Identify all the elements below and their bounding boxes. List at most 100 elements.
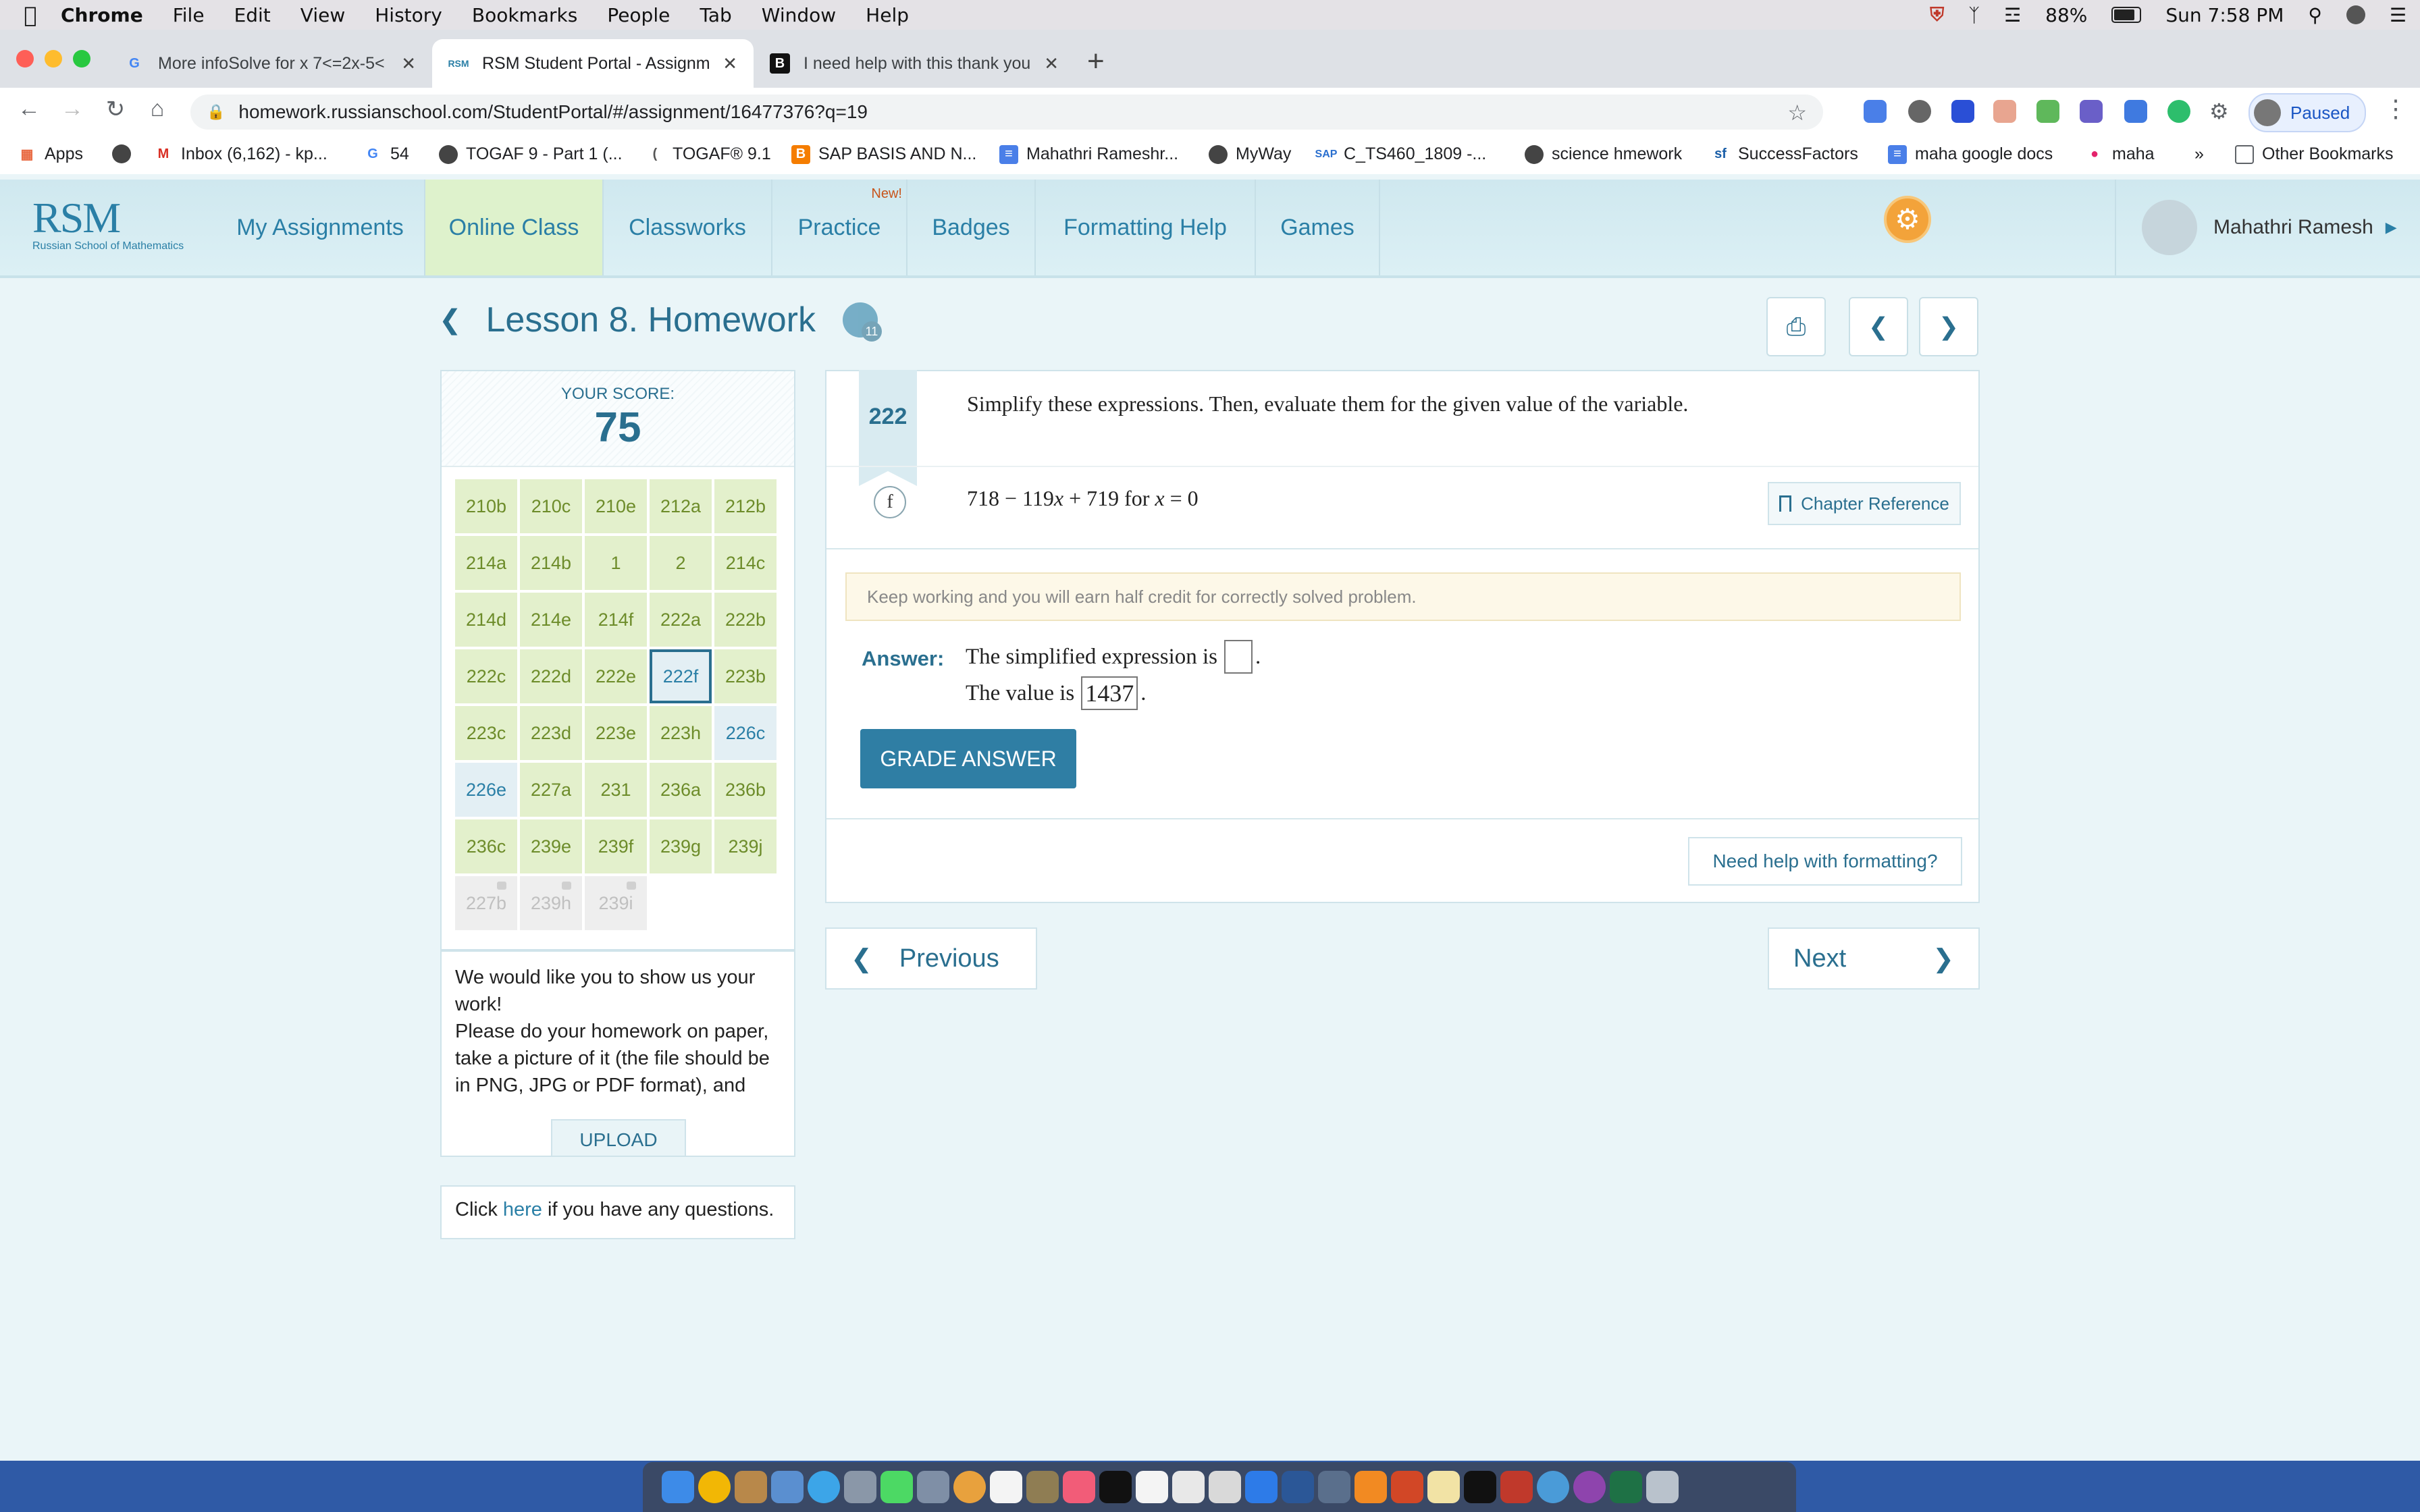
problem-cell-210b[interactable]: 210b xyxy=(455,479,517,533)
problem-cell-226e[interactable]: 226e xyxy=(455,763,517,817)
bookmark-apps[interactable]: ▦ Apps xyxy=(18,144,83,164)
close-tab-icon[interactable]: ✕ xyxy=(401,53,416,74)
problem-cell-212b[interactable]: 212b xyxy=(714,479,777,533)
chapter-reference-button[interactable]: Chapter Reference xyxy=(1768,482,1961,525)
apple-menu-icon[interactable]:  xyxy=(0,2,61,28)
problem-cell-223e[interactable]: 223e xyxy=(585,706,647,760)
questions-here-link[interactable]: here xyxy=(503,1199,542,1220)
menu-people[interactable]: People xyxy=(607,4,670,26)
podcasts-icon[interactable] xyxy=(1573,1471,1606,1503)
nav-classworks[interactable]: Classworks xyxy=(604,180,772,275)
trash-icon[interactable] xyxy=(1646,1471,1679,1503)
launchpad-icon[interactable] xyxy=(844,1471,876,1503)
problem-cell-210c[interactable]: 210c xyxy=(520,479,582,533)
bookmark-star-icon[interactable]: ☆ xyxy=(1787,100,1807,126)
more-menu-icon[interactable]: ⋮ xyxy=(2384,94,2408,123)
menu-window[interactable]: Window xyxy=(762,4,836,26)
problem-cell-239e[interactable]: 239e xyxy=(520,819,582,873)
music-icon[interactable] xyxy=(1063,1471,1095,1503)
bookmark-c-ts460[interactable]: SAP C_TS460_1809 -... xyxy=(1315,144,1487,164)
extension-icon[interactable] xyxy=(2080,100,2103,123)
problem-cell-214a[interactable]: 214a xyxy=(455,536,517,590)
extension-icon[interactable] xyxy=(2036,100,2059,123)
forward-icon[interactable]: → xyxy=(57,96,88,122)
chrome-icon[interactable] xyxy=(698,1471,731,1503)
puzzle-extensions-icon[interactable]: ⚙ xyxy=(2209,99,2229,124)
profile-button[interactable]: Paused xyxy=(2248,93,2366,132)
problem-cell-223c[interactable]: 223c xyxy=(455,706,517,760)
back-chevron-icon[interactable]: ❮ xyxy=(439,304,462,335)
app-icon[interactable] xyxy=(917,1471,949,1503)
bookmark-togaf-part1[interactable]: TOGAF 9 - Part 1 (... xyxy=(439,144,623,164)
app-icon[interactable] xyxy=(1172,1471,1205,1503)
problem-cell-2[interactable]: 2 xyxy=(650,536,712,590)
problem-cell-222c[interactable]: 222c xyxy=(455,649,517,703)
messages-icon[interactable] xyxy=(880,1471,913,1503)
rsm-logo[interactable]: RSM Russian School of Mathematics xyxy=(32,193,194,261)
problem-cell-1[interactable]: 1 xyxy=(585,536,647,590)
minimize-window-icon[interactable] xyxy=(45,50,62,68)
grammarly-icon[interactable] xyxy=(2167,100,2190,123)
problem-cell-231[interactable]: 231 xyxy=(585,763,647,817)
previous-button[interactable]: ❮ Previous xyxy=(825,927,1037,990)
app-icon[interactable] xyxy=(1209,1471,1241,1503)
bluetooth-icon[interactable]: ᛉ xyxy=(1968,4,1980,26)
bookmark-successfactors[interactable]: sf SuccessFactors xyxy=(1711,144,1858,164)
menu-bookmarks[interactable]: Bookmarks xyxy=(472,4,577,26)
calendar-icon[interactable] xyxy=(990,1471,1022,1503)
photos-icon[interactable] xyxy=(953,1471,986,1503)
menu-tab[interactable]: Tab xyxy=(700,4,731,26)
problem-cell-214d[interactable]: 214d xyxy=(455,593,517,647)
next-problem-button[interactable]: ❯ xyxy=(1919,297,1978,356)
problem-cell-212a[interactable]: 212a xyxy=(650,479,712,533)
notes-icon[interactable] xyxy=(1026,1471,1059,1503)
excel-icon[interactable] xyxy=(1610,1471,1642,1503)
shield-icon[interactable]: ⛨ xyxy=(1930,3,1944,26)
bookmark-myway[interactable]: MyWay xyxy=(1209,144,1291,164)
app-icon[interactable] xyxy=(1427,1471,1460,1503)
user-menu[interactable]: Mahathri Ramesh ▶ xyxy=(2115,180,2397,275)
app-icon[interactable] xyxy=(735,1471,767,1503)
terminal-icon[interactable] xyxy=(1464,1471,1496,1503)
wifi-icon[interactable]: ☲ xyxy=(2004,4,2021,26)
books-icon[interactable] xyxy=(1354,1471,1387,1503)
problem-cell-239j[interactable]: 239j xyxy=(714,819,777,873)
spotlight-search-icon[interactable]: ⚲ xyxy=(2308,4,2322,26)
print-button[interactable]: ⎙ xyxy=(1766,297,1826,356)
nav-practice[interactable]: Practice New! xyxy=(772,180,908,275)
problem-cell-239g[interactable]: 239g xyxy=(650,819,712,873)
control-center-icon[interactable]: ☰ xyxy=(2390,4,2406,26)
problem-cell-223h[interactable]: 223h xyxy=(650,706,712,760)
next-button[interactable]: Next ❯ xyxy=(1768,927,1980,990)
app-menu[interactable]: Chrome xyxy=(61,4,143,26)
problem-cell-227a[interactable]: 227a xyxy=(520,763,582,817)
problem-cell-236b[interactable]: 236b xyxy=(714,763,777,817)
problem-cell-214e[interactable]: 214e xyxy=(520,593,582,647)
problem-cell-222b[interactable]: 222b xyxy=(714,593,777,647)
nav-my-assignments[interactable]: My Assignments xyxy=(216,180,425,275)
previous-problem-button[interactable]: ❮ xyxy=(1849,297,1908,356)
news-icon[interactable] xyxy=(1136,1471,1168,1503)
app-icon[interactable] xyxy=(1318,1471,1350,1503)
new-tab-button[interactable]: + xyxy=(1087,45,1105,78)
grade-answer-button[interactable]: GRADE ANSWER xyxy=(860,729,1076,788)
zoom-window-icon[interactable] xyxy=(73,50,90,68)
bookmark-sap-basis[interactable]: B SAP BASIS AND N... xyxy=(791,144,976,164)
problem-cell-236a[interactable]: 236a xyxy=(650,763,712,817)
siri-icon[interactable] xyxy=(2346,5,2365,24)
translate-extension-icon[interactable] xyxy=(1864,100,1887,123)
tab-rsm-portal[interactable]: RSM RSM Student Portal - Assignm ✕ xyxy=(432,39,754,88)
extension-icon[interactable] xyxy=(1993,100,2016,123)
menu-help[interactable]: Help xyxy=(866,4,909,26)
reload-icon[interactable]: ↻ xyxy=(100,96,131,123)
bookmark-inbox[interactable]: M Inbox (6,162) - kp... xyxy=(154,144,327,164)
simplified-expression-input[interactable] xyxy=(1224,640,1253,674)
upload-button[interactable]: UPLOAD xyxy=(551,1119,686,1156)
bookmark-mahathri-doc[interactable]: ≡ Mahathri Rameshr... xyxy=(999,144,1178,164)
tab-solve-inequality[interactable]: G More infoSolve for x 7<=2x-5< ✕ xyxy=(108,39,432,88)
bookmark-google[interactable]: G 54 xyxy=(363,144,409,164)
problem-cell-214c[interactable]: 214c xyxy=(714,536,777,590)
nav-games[interactable]: Games xyxy=(1256,180,1380,275)
close-tab-icon[interactable]: ✕ xyxy=(1044,53,1059,74)
problem-cell-226c[interactable]: 226c xyxy=(714,706,777,760)
